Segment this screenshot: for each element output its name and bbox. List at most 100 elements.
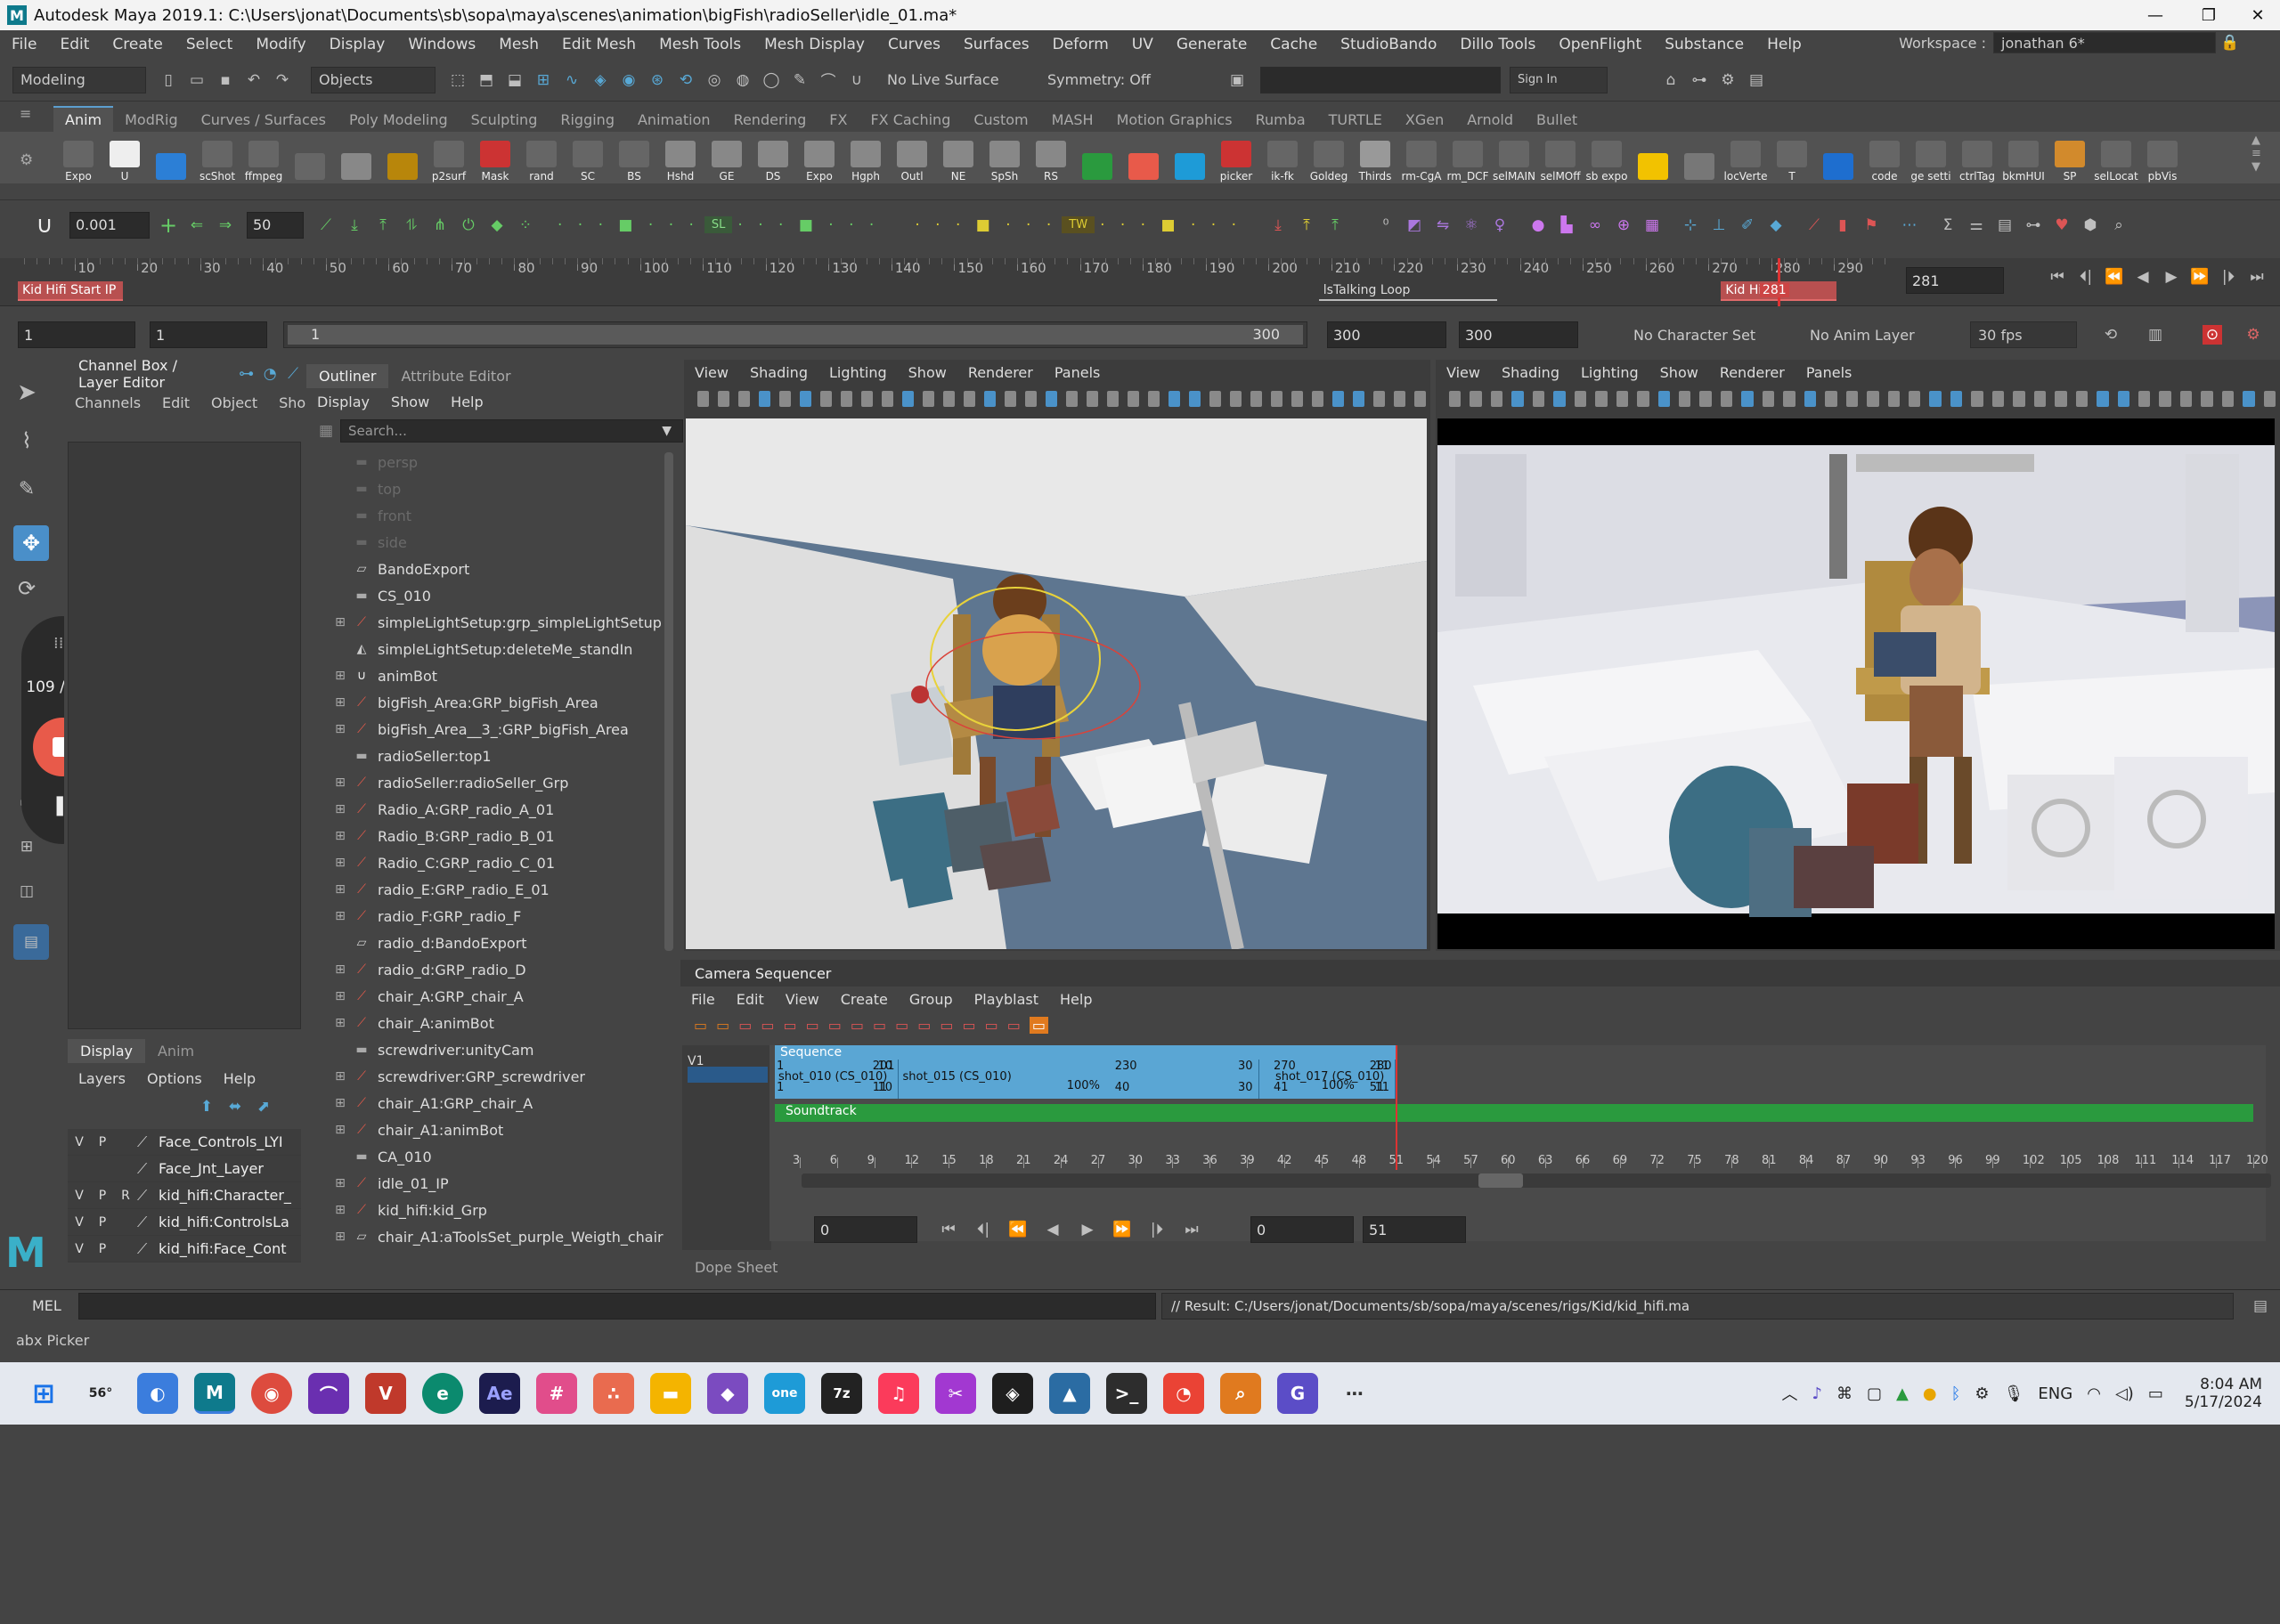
menu-generate[interactable]: Generate — [1165, 36, 1258, 53]
auto-key-icon[interactable]: ⊙ — [2203, 325, 2222, 345]
shelf-item-thirds[interactable]: Thirds — [1352, 133, 1398, 183]
shelf-item-rs[interactable]: RS — [1028, 133, 1074, 183]
shelf-item-rand[interactable]: rand — [518, 133, 565, 183]
viewport-tool-icon[interactable] — [1189, 391, 1201, 407]
flag-tool-icon[interactable]: ⚑ — [1861, 215, 1881, 235]
channel-box-icon-3[interactable]: ⟋ — [286, 364, 300, 384]
shelf-item-selmain[interactable]: selMAIN — [1491, 133, 1537, 183]
hierarchy-icon[interactable]: ⊶ — [2024, 215, 2043, 235]
paint-select-icon[interactable]: ✎ — [790, 70, 810, 90]
maximize-button[interactable]: ❐ — [2182, 0, 2235, 30]
select-object-icon[interactable]: ⬒ — [476, 70, 496, 90]
app-icon-1[interactable]: ◐ — [137, 1373, 178, 1414]
constraint-icon[interactable]: ⊹ — [1681, 215, 1700, 235]
tray-app-4-icon[interactable]: ● — [1923, 1384, 1937, 1403]
shelf-tab-sculpting[interactable]: Sculpting — [460, 108, 550, 132]
menu-select[interactable]: Select — [175, 36, 244, 53]
viewport-tool-icon[interactable] — [1574, 391, 1587, 407]
viewport-scene-right[interactable] — [1437, 418, 2275, 949]
sequencer-playhead[interactable] — [1396, 1045, 1398, 1170]
outliner-item[interactable]: ◭ simpleLightSetup:deleteMe_standIn — [331, 636, 666, 662]
shelf-tab-rumba[interactable]: Rumba — [1244, 108, 1317, 132]
shelf-tab-fx[interactable]: FX — [818, 108, 859, 132]
command-input[interactable] — [78, 1292, 1156, 1320]
key-tool-2-icon[interactable]: ⤓ — [345, 215, 364, 235]
table-icon[interactable]: ▤ — [1995, 215, 2015, 235]
workspace-selector[interactable]: Workspace : jonathan 6* 🔒 — [1899, 32, 2244, 53]
lock-icon[interactable]: 🔒 — [2220, 33, 2240, 53]
outliner-item[interactable]: ▱ radio_d:BandoExport — [331, 930, 666, 956]
fps-dropdown[interactable]: 30 fps — [1970, 321, 2077, 348]
shelf-tab-animation[interactable]: Animation — [626, 108, 722, 132]
layer-visible-toggle[interactable]: V — [68, 1189, 91, 1203]
expand-icon[interactable]: ⊞ — [331, 802, 349, 816]
pose-tool-icon[interactable]: ⚛ — [1462, 215, 1481, 235]
microphone-icon[interactable]: 🎙 — [2004, 1384, 2024, 1403]
wifi-icon[interactable]: ◠ — [2087, 1384, 2101, 1403]
expand-icon[interactable]: ⊞ — [331, 856, 349, 870]
viewport-tool-icon[interactable] — [1312, 391, 1323, 407]
layer-row[interactable]: ⟋ Face_Jnt_Layer — [68, 1156, 301, 1182]
sequencer-tool-icon[interactable]: ▭ — [963, 1017, 976, 1034]
more-apps-icon[interactable]: ⋯ — [1334, 1373, 1375, 1414]
outliner-item[interactable]: ▱ BandoExport — [331, 556, 666, 582]
viewport-tool-icon[interactable] — [1353, 391, 1364, 407]
seq-play-back-icon[interactable]: ◀ — [1043, 1220, 1063, 1239]
shelf-item-ik-fk[interactable]: ik-fk — [1259, 133, 1306, 183]
figure-tool-icon[interactable]: ♀ — [1490, 215, 1510, 235]
layer-row[interactable]: V P R ⟋ kid_hifi:Character_ — [68, 1182, 301, 1209]
layer-playback-toggle[interactable]: P — [91, 1189, 114, 1203]
outliner-item[interactable]: ⊞ ▱ chair_A1:aToolsSet_purple_Weigth_chair — [331, 1223, 666, 1250]
add-key-icon[interactable]: + — [159, 213, 178, 238]
layer-menu-layers[interactable]: Layers — [68, 1070, 136, 1087]
shelf-item-t[interactable]: T — [1769, 133, 1815, 183]
search-icon[interactable]: ⌕ — [2109, 215, 2129, 235]
outliner-item[interactable]: ⊞ ⟋ chair_A1:GRP_chair_A — [331, 1090, 666, 1116]
viewport-tool-icon[interactable] — [1168, 391, 1180, 407]
globe-tool-icon[interactable]: ⊕ — [1614, 215, 1633, 235]
menu-mesh-tools[interactable]: Mesh Tools — [647, 36, 753, 53]
shelf-item-hshd[interactable]: Hshd — [657, 133, 704, 183]
menu-surfaces[interactable]: Surfaces — [952, 36, 1041, 53]
layer-edit-icon[interactable]: ⟋ — [137, 1214, 155, 1231]
layout-two-icon[interactable]: ◫ — [17, 881, 37, 901]
viewport-tool-icon[interactable] — [759, 391, 770, 407]
sequencer-tool-icon[interactable]: ▭ — [738, 1017, 752, 1034]
expand-icon[interactable]: ⊞ — [331, 989, 349, 1003]
layer-tab-anim[interactable]: Anim — [145, 1039, 207, 1063]
shelf-item-rm-cga[interactable]: rm-CgA — [1398, 133, 1445, 183]
anim-prefs-icon[interactable]: ⚙ — [2243, 325, 2263, 345]
viewport-tool-icon[interactable] — [1553, 391, 1566, 407]
loop-icon[interactable]: ⟲ — [2101, 325, 2121, 345]
viewport-tool-icon[interactable] — [1107, 391, 1119, 407]
outliner-item[interactable]: ▬ top — [331, 475, 666, 502]
viewport-menu-lighting[interactable]: Lighting — [1570, 364, 1649, 381]
onenote-icon[interactable]: one — [764, 1373, 805, 1414]
viewport-tool-icon[interactable] — [1414, 391, 1426, 407]
sequencer-hscroll[interactable] — [802, 1173, 2271, 1188]
viewport-tool-icon[interactable] — [2097, 391, 2109, 407]
live-surface-label[interactable]: No Live Surface — [880, 66, 1022, 93]
battery-icon[interactable]: ▭ — [2148, 1384, 2163, 1403]
weather-icon[interactable]: 56° — [80, 1373, 121, 1414]
tray-app-3-icon[interactable]: ▢ — [1867, 1384, 1882, 1403]
dope-sheet-label[interactable]: Dope Sheet — [695, 1259, 778, 1276]
sequencer-tool-icon[interactable]: ▭ — [940, 1017, 953, 1034]
shelf-item-picker[interactable]: picker — [1213, 133, 1259, 183]
step-back-key-icon[interactable]: ⏪ — [2105, 267, 2124, 287]
expand-icon[interactable]: ⊞ — [331, 962, 349, 977]
shelf-item-ds[interactable]: DS — [750, 133, 796, 183]
minimize-button[interactable]: — — [2129, 0, 2182, 30]
shelf-item-hgph[interactable]: Hgph — [843, 133, 889, 183]
app-icon-2[interactable]: ⌒ — [308, 1373, 349, 1414]
viewport-tool-icon[interactable] — [1291, 391, 1303, 407]
magnet-icon[interactable]: ∪ — [847, 70, 867, 90]
step-forward-frame-icon[interactable]: |⏵ — [2219, 267, 2238, 287]
shelf-item-tool-23[interactable] — [1120, 133, 1167, 183]
expand-icon[interactable]: ⊞ — [331, 829, 349, 843]
viewport-tool-icon[interactable] — [738, 391, 750, 407]
shelf-item-bs[interactable]: BS — [611, 133, 657, 183]
expand-icon[interactable]: ⊞ — [331, 1176, 349, 1190]
viewport-tool-icon[interactable] — [1867, 391, 1879, 407]
modeling-toolkit-icon[interactable]: ⌂ — [1661, 70, 1681, 90]
